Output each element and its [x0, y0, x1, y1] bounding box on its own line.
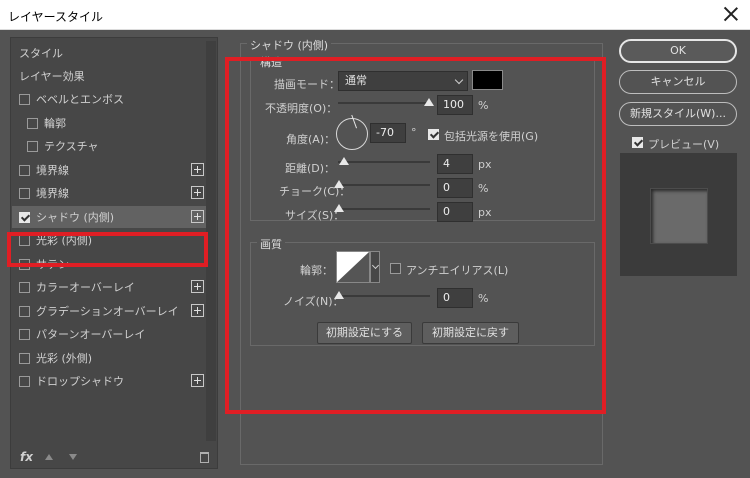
effect-checkbox[interactable] [19, 305, 30, 317]
effect-label: 境界線 [36, 187, 69, 200]
effect-label: パターンオーバーレイ [36, 328, 146, 341]
preview-label[interactable]: プレビュー(V) [648, 136, 719, 152]
preview-checkbox[interactable] [632, 137, 643, 148]
effect-item-inner-shadow[interactable]: シャドウ (内側) [12, 206, 208, 228]
effect-checkbox[interactable] [19, 187, 30, 199]
effect-item-stroke-1[interactable]: 境界線 [12, 159, 208, 181]
effect-item-gradient-overlay[interactable]: グラデーションオーバーレイ [12, 300, 208, 322]
effect-checkbox[interactable] [19, 93, 30, 105]
trash-icon[interactable] [200, 452, 209, 463]
effect-item-contour[interactable]: 輪郭 [12, 112, 208, 134]
effect-label: カラーオーバーレイ [36, 281, 135, 294]
effect-label: ドロップシャドウ [36, 375, 124, 388]
effect-label: テクスチャ [44, 140, 99, 153]
blending-options-item[interactable]: レイヤー効果 [12, 65, 208, 87]
effect-item-texture[interactable]: テクスチャ [12, 135, 208, 157]
preview-thumbnail [620, 153, 737, 276]
effects-footer: fx [11, 448, 217, 468]
effect-item-outer-glow[interactable]: 光彩 (外側) [12, 347, 208, 369]
move-down-icon[interactable] [69, 454, 77, 460]
effect-item-stroke-2[interactable]: 境界線 [12, 182, 208, 204]
effect-checkbox[interactable] [19, 328, 30, 340]
effect-checkbox[interactable] [19, 281, 30, 293]
preview-square [650, 188, 708, 244]
highlight-inner-shadow-item [7, 232, 208, 267]
effect-item-color-overlay[interactable]: カラーオーバーレイ [12, 276, 208, 298]
move-up-icon[interactable] [45, 454, 53, 460]
styles-label: スタイル [19, 47, 63, 60]
cancel-button[interactable]: キャンセル [619, 70, 737, 94]
effect-item-pattern-overlay[interactable]: パターンオーバーレイ [12, 323, 208, 345]
highlight-inner-shadow-panel [225, 57, 606, 414]
styles-header[interactable]: スタイル [12, 42, 208, 64]
effect-item-bevel-emboss[interactable]: ベベルとエンボス [12, 88, 208, 110]
effect-checkbox[interactable] [19, 352, 30, 364]
blending-options-label: レイヤー効果 [19, 70, 85, 83]
add-effect-icon[interactable] [191, 374, 204, 387]
effect-label: グラデーションオーバーレイ [36, 305, 179, 318]
add-effect-icon[interactable] [191, 163, 204, 176]
ok-button[interactable]: OK [619, 39, 737, 63]
effect-checkbox-checked[interactable] [19, 211, 30, 223]
effect-label: シャドウ (内側) [36, 211, 115, 224]
effect-checkbox[interactable] [19, 164, 30, 176]
effect-label: 境界線 [36, 164, 69, 177]
window-title: レイヤースタイル [8, 10, 104, 24]
effect-label: ベベルとエンボス [36, 93, 124, 106]
effect-checkbox[interactable] [27, 140, 38, 152]
title-bar: レイヤースタイル [0, 0, 750, 30]
effect-label: 輪郭 [44, 117, 66, 130]
add-effect-icon[interactable] [191, 186, 204, 199]
effect-checkbox[interactable] [27, 117, 38, 129]
new-style-button[interactable]: 新規スタイル(W)... [619, 102, 737, 126]
add-effect-icon[interactable] [191, 210, 204, 223]
add-effect-icon[interactable] [191, 304, 204, 317]
fx-icon[interactable]: fx [20, 450, 33, 464]
effect-item-drop-shadow[interactable]: ドロップシャドウ [12, 370, 208, 392]
inner-shadow-title: シャドウ (内側) [247, 37, 332, 53]
add-effect-icon[interactable] [191, 280, 204, 293]
effect-label: 光彩 (外側) [36, 352, 93, 365]
close-icon[interactable] [722, 5, 740, 23]
effect-checkbox[interactable] [19, 375, 30, 387]
layer-style-dialog: スタイル レイヤー効果 ベベルとエンボス 輪郭 テクスチャ 境界線 境界線 シャ… [0, 30, 750, 478]
